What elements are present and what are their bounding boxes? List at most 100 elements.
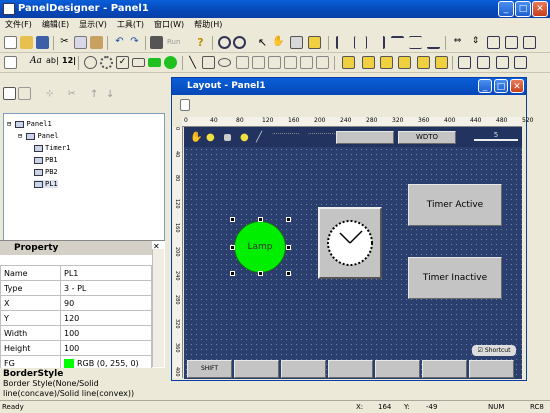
checkbox-icon[interactable]: ✓: [116, 56, 129, 69]
tree-view-icon[interactable]: [3, 87, 16, 100]
slider-track[interactable]: [474, 139, 518, 141]
panel-icon[interactable]: [514, 56, 527, 69]
undo-icon[interactable]: ↶: [113, 36, 126, 49]
distribute-horizontal-icon[interactable]: ⇔: [451, 36, 464, 49]
page-icon[interactable]: [496, 56, 509, 69]
save-icon[interactable]: [36, 36, 49, 49]
lock-icon[interactable]: [417, 56, 430, 69]
font-icon[interactable]: Aa: [30, 56, 43, 69]
move-up-icon[interactable]: ↑: [90, 89, 103, 102]
grid-icon[interactable]: [290, 36, 303, 49]
cell-icon[interactable]: [477, 56, 490, 69]
selection-handle[interactable]: [230, 271, 235, 276]
property-row[interactable]: Name PL1: [0, 265, 152, 281]
function-key[interactable]: [375, 360, 420, 378]
timer1[interactable]: [318, 207, 382, 279]
zoom-out-icon[interactable]: [233, 36, 246, 49]
frame-icon[interactable]: [236, 56, 249, 69]
property-row[interactable]: Type 3 - PL: [0, 280, 152, 296]
timer-inactive-button[interactable]: Timer Inactive: [408, 257, 502, 299]
shortcut-toggle[interactable]: ☑ Shortcut: [472, 345, 516, 356]
trend-icon[interactable]: [300, 56, 313, 69]
selection-handle[interactable]: [286, 245, 291, 250]
select-all-icon[interactable]: [4, 56, 17, 69]
property-row[interactable]: Height 100: [0, 340, 152, 356]
numeric-icon[interactable]: 12|: [62, 56, 76, 69]
rectangle-icon[interactable]: [202, 56, 215, 69]
new-file-icon[interactable]: [4, 36, 17, 49]
snap-icon[interactable]: [308, 36, 321, 49]
send-back-icon[interactable]: [362, 56, 375, 69]
menu-tools[interactable]: 工具(T): [112, 18, 149, 32]
align-right-icon[interactable]: [372, 36, 385, 49]
menu-file[interactable]: 文件(F): [0, 18, 37, 32]
tree-node-pl1[interactable]: PL1: [34, 180, 58, 188]
grid-size-icon[interactable]: [458, 56, 471, 69]
tree-node-panel[interactable]: ⊟ Panel: [18, 132, 59, 140]
help-icon[interactable]: ?: [194, 36, 207, 49]
ellipse-icon[interactable]: [218, 58, 231, 67]
list-view-icon[interactable]: [18, 87, 31, 100]
distribute-vertical-icon[interactable]: ⇕: [469, 36, 482, 49]
selection-handle[interactable]: [258, 271, 263, 276]
blank-button[interactable]: [336, 131, 394, 144]
ungroup-icon[interactable]: [398, 56, 411, 69]
align-top-icon[interactable]: [391, 36, 404, 49]
table-icon[interactable]: [316, 56, 329, 69]
unlock-icon[interactable]: [435, 56, 448, 69]
group-icon[interactable]: [380, 56, 393, 69]
button-icon[interactable]: [132, 58, 145, 67]
timer-active-button[interactable]: Timer Active: [408, 184, 502, 226]
wdt-button[interactable]: WDTO: [398, 131, 456, 144]
property-row[interactable]: X 90: [0, 295, 152, 311]
property-scrollbar[interactable]: [152, 249, 164, 367]
selection-handle[interactable]: [286, 217, 291, 222]
bring-front-icon[interactable]: [342, 56, 355, 69]
meter-icon[interactable]: [268, 56, 281, 69]
property-row[interactable]: Width 100: [0, 325, 152, 341]
move-down-icon[interactable]: ↓: [106, 89, 119, 102]
zoom-icon[interactable]: [218, 36, 231, 49]
align-center-icon[interactable]: [354, 36, 367, 49]
redo-icon[interactable]: ↷: [128, 36, 141, 49]
same-height-icon[interactable]: [505, 36, 518, 49]
function-key[interactable]: [234, 360, 279, 378]
menu-edit[interactable]: 编辑(E): [37, 18, 74, 32]
tree-node-pb2[interactable]: PB2: [34, 168, 58, 176]
selection-handle[interactable]: [286, 271, 291, 276]
layout-minimize-button[interactable]: _: [478, 79, 492, 93]
shift-button[interactable]: SHIFT: [187, 360, 232, 378]
selection-handle[interactable]: [258, 217, 263, 222]
tree-node-timer1[interactable]: Timer1: [34, 144, 70, 152]
layout-maximize-button[interactable]: □: [494, 79, 508, 93]
layout-close-button[interactable]: ✕: [510, 79, 524, 93]
same-size-icon[interactable]: [523, 36, 536, 49]
align-bottom-icon[interactable]: [427, 36, 440, 49]
hand-icon[interactable]: ✋: [272, 36, 285, 49]
maximize-button[interactable]: □: [515, 1, 531, 17]
minimize-button[interactable]: _: [498, 1, 514, 17]
function-key[interactable]: [281, 360, 326, 378]
dial-icon[interactable]: [100, 56, 113, 69]
align-middle-icon[interactable]: [409, 36, 422, 49]
color-swatch[interactable]: [64, 358, 74, 368]
lamp-pl1[interactable]: Lamp: [234, 221, 286, 273]
close-button[interactable]: ✕: [532, 1, 548, 17]
image-icon[interactable]: [252, 56, 265, 69]
align-left-icon[interactable]: [336, 36, 349, 49]
delete-node-icon[interactable]: ✂: [68, 89, 81, 102]
add-node-icon[interactable]: ⊹: [46, 89, 59, 102]
open-folder-icon[interactable]: [20, 36, 33, 49]
run-button[interactable]: Run: [167, 36, 189, 49]
property-row[interactable]: Y 120: [0, 310, 152, 326]
selection-handle[interactable]: [230, 217, 235, 222]
function-key[interactable]: [422, 360, 467, 378]
page-icon[interactable]: [180, 99, 190, 111]
tree-node-pb1[interactable]: PB1: [34, 156, 58, 164]
tree-node-root[interactable]: ⊟ Panel1: [7, 120, 52, 128]
cut-icon[interactable]: ✂: [58, 36, 71, 49]
function-key[interactable]: [469, 360, 514, 378]
bar-graph-icon[interactable]: [284, 56, 297, 69]
selection-handle[interactable]: [230, 245, 235, 250]
pointer-icon[interactable]: ↖: [256, 36, 269, 49]
